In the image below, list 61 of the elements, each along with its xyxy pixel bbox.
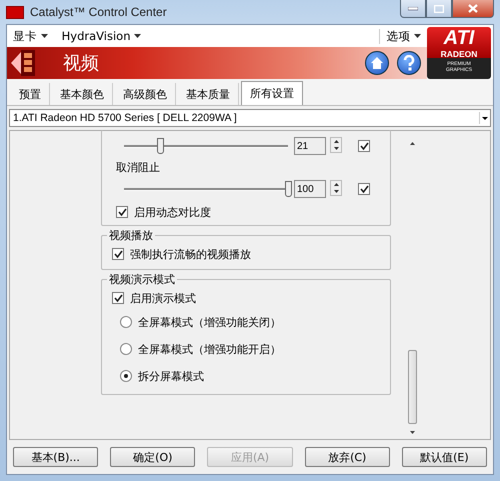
slider[interactable] — [124, 136, 288, 156]
menu-item[interactable]: 显卡 — [11, 28, 50, 44]
dropdown-arrow-icon — [479, 112, 490, 124]
spinner-button[interactable] — [330, 137, 342, 153]
slider-label: 取消阻止 — [116, 160, 161, 175]
dialog-button[interactable]: 基本(B)... — [13, 447, 98, 467]
radio-button[interactable] — [120, 370, 132, 382]
radio-button[interactable] — [120, 316, 132, 328]
spinner-button[interactable] — [330, 180, 342, 196]
close-button[interactable] — [452, 0, 494, 18]
group-title: 视频演示模式 — [108, 272, 176, 287]
number-field[interactable]: 100 — [294, 180, 326, 198]
dialog-button[interactable]: 确定(O) — [110, 447, 196, 467]
radio-label: 拆分屏幕模式 — [138, 368, 204, 384]
checkbox[interactable] — [116, 206, 128, 218]
close-icon — [468, 4, 478, 13]
caret-icon — [414, 34, 421, 39]
maximize-icon — [434, 4, 444, 12]
dialog-button[interactable]: 放弃(C) — [304, 447, 390, 467]
up-arrow-icon — [408, 141, 416, 146]
minimize-icon — [408, 6, 418, 10]
minimize-button[interactable] — [400, 0, 426, 18]
up-arrow-icon — [334, 183, 338, 186]
up-arrow-icon — [334, 140, 338, 143]
app-logo-icon — [6, 6, 24, 18]
maximize-button[interactable] — [426, 0, 452, 18]
number-field[interactable]: 21 — [294, 137, 326, 155]
down-arrow-icon — [408, 430, 416, 435]
tab[interactable]: 预置 — [11, 83, 50, 105]
down-arrow-icon — [334, 147, 338, 150]
tab[interactable]: 所有设置 — [241, 81, 303, 105]
radio-label: 全屏幕模式（增强功能开启） — [138, 342, 281, 356]
caret-icon — [134, 34, 142, 40]
page-title: 视频 — [63, 52, 99, 75]
tab[interactable]: 基本质量 — [178, 83, 239, 105]
radio-label: 全屏幕模式（增强功能关闭） — [138, 314, 281, 330]
checkbox[interactable] — [112, 292, 124, 304]
checkbox[interactable] — [358, 140, 370, 152]
logo-text: ATI — [444, 27, 474, 49]
home-icon — [370, 56, 384, 70]
tab[interactable]: 基本颜色 — [52, 83, 113, 105]
window-title: Catalyst™ Control Center — [30, 5, 167, 19]
radio-button[interactable] — [120, 343, 132, 355]
home-button[interactable] — [365, 51, 389, 75]
dialog-button[interactable]: 默认值(E) — [402, 447, 488, 467]
checkbox-label: 启用演示模式 — [130, 290, 196, 306]
down-arrow-icon — [334, 190, 338, 193]
options-menu[interactable]: 选项 — [379, 28, 423, 44]
help-icon — [402, 55, 416, 71]
help-button[interactable] — [397, 51, 421, 75]
checkbox-label: 强制执行流畅的视频播放 — [130, 246, 251, 262]
tab[interactable]: 高级颜色 — [115, 83, 176, 105]
checkbox-label: 启用动态对比度 — [134, 204, 211, 220]
scrollbar-thumb[interactable] — [408, 350, 416, 424]
caret-icon — [40, 34, 48, 39]
device-dropdown[interactable]: 1.ATI Radeon HD 5700 Series [ DELL 2209WA ] — [9, 109, 491, 127]
menu-item[interactable]: HydraVision — [60, 29, 144, 43]
group-title: 视频播放 — [108, 228, 154, 243]
checkbox[interactable] — [358, 183, 370, 195]
checkbox[interactable] — [112, 248, 124, 260]
logo-text: RADEON — [440, 49, 478, 59]
